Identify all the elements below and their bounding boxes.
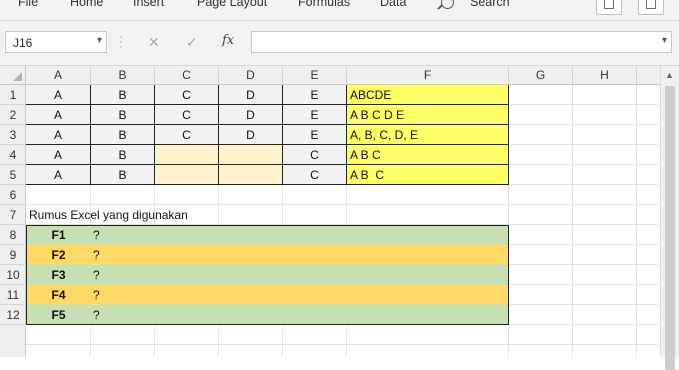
comments-icon[interactable] bbox=[638, 0, 664, 15]
cell-f4[interactable]: A B C bbox=[347, 145, 509, 165]
formula-value-f3[interactable]: ? bbox=[93, 265, 153, 285]
column-headers: A B C D E F G H bbox=[0, 66, 679, 85]
row-header[interactable]: 3 bbox=[0, 125, 26, 145]
cell-f5[interactable]: A B C bbox=[347, 165, 509, 185]
row-header[interactable]: 5 bbox=[0, 165, 26, 185]
formula-value-f2[interactable]: ? bbox=[93, 245, 153, 265]
formula-label-f5: F5 bbox=[51, 308, 66, 322]
formula-value-f1[interactable]: ? bbox=[93, 225, 153, 245]
column-header-f[interactable]: F bbox=[347, 66, 509, 84]
row-header[interactable]: 12 bbox=[0, 305, 26, 325]
formula-input[interactable]: ▾ bbox=[251, 31, 672, 53]
column-header-d[interactable]: D bbox=[219, 66, 283, 84]
cell-c2[interactable]: C bbox=[155, 105, 219, 125]
cell-f1[interactable]: ABCDE bbox=[347, 85, 509, 105]
row-header[interactable]: 10 bbox=[0, 265, 26, 285]
row-header[interactable]: 7 bbox=[0, 205, 26, 225]
column-header-c[interactable]: C bbox=[155, 66, 219, 84]
cell-d1[interactable]: D bbox=[219, 85, 283, 105]
tab-formulas[interactable]: Formulas bbox=[298, 0, 350, 9]
cell-b4[interactable]: B bbox=[91, 145, 155, 165]
row-header[interactable]: 2 bbox=[0, 105, 26, 125]
cell-a2[interactable]: A bbox=[26, 105, 91, 125]
cell-f2[interactable]: A B C D E bbox=[347, 105, 509, 125]
row-header[interactable]: 6 bbox=[0, 185, 26, 205]
tab-data[interactable]: Data bbox=[380, 0, 406, 9]
tab-insert[interactable]: Insert bbox=[133, 0, 164, 9]
tab-page-layout[interactable]: Page Layout bbox=[197, 0, 267, 9]
drag-handle-icon[interactable]: · · · bbox=[119, 30, 123, 52]
formula-value-f5[interactable]: ? bbox=[93, 305, 153, 325]
cell-e1[interactable]: E bbox=[283, 85, 347, 105]
column-header-a[interactable]: A bbox=[26, 66, 91, 84]
cell-b5[interactable]: B bbox=[91, 165, 155, 185]
formula-label-f4: F4 bbox=[51, 288, 66, 302]
cell-e5[interactable]: C bbox=[283, 165, 347, 185]
vertical-scrollbar[interactable]: ▲ bbox=[660, 66, 679, 370]
cell-d5[interactable] bbox=[219, 165, 283, 185]
row-header[interactable]: 9 bbox=[0, 245, 26, 265]
row-header[interactable]: 1 bbox=[0, 85, 26, 105]
worksheet-grid[interactable]: A B C D E ABCDE A B C D E A B C D E A B … bbox=[26, 85, 660, 357]
cell-e2[interactable]: E bbox=[283, 105, 347, 125]
column-header-g[interactable]: G bbox=[509, 66, 573, 84]
cell-c5[interactable] bbox=[155, 165, 219, 185]
cell-a3[interactable]: A bbox=[26, 125, 91, 145]
formula-buttons: ✕ ✓ fx bbox=[134, 31, 244, 53]
share-icon[interactable] bbox=[596, 0, 622, 15]
formula-label-f2: F2 bbox=[51, 248, 66, 262]
scroll-up-icon[interactable]: ▲ bbox=[665, 70, 674, 80]
tab-home[interactable]: Home bbox=[70, 0, 103, 9]
select-all-corner[interactable] bbox=[0, 66, 26, 84]
insert-function-icon[interactable]: fx bbox=[222, 33, 234, 48]
row-header[interactable]: 8 bbox=[0, 225, 26, 245]
search-box[interactable]: Search bbox=[470, 0, 510, 9]
cancel-icon[interactable]: ✕ bbox=[148, 34, 160, 51]
search-icon[interactable] bbox=[441, 0, 454, 9]
cell-d2[interactable]: D bbox=[219, 105, 283, 125]
cell-a5[interactable]: A bbox=[26, 165, 91, 185]
column-header-h[interactable]: H bbox=[573, 66, 637, 84]
column-header-e[interactable]: E bbox=[283, 66, 347, 84]
enter-icon[interactable]: ✓ bbox=[186, 34, 198, 51]
cell-b1[interactable]: B bbox=[91, 85, 155, 105]
cell-a4[interactable]: A bbox=[26, 145, 91, 165]
formula-label-f1: F1 bbox=[51, 228, 66, 242]
cell-c4[interactable] bbox=[155, 145, 219, 165]
tab-file[interactable]: File bbox=[18, 0, 38, 9]
scrollbar-thumb[interactable] bbox=[665, 86, 675, 370]
row-header[interactable]: 11 bbox=[0, 285, 26, 305]
row-header[interactable]: 4 bbox=[0, 145, 26, 165]
cell-a7-note[interactable]: Rumus Excel yang digunakan bbox=[29, 205, 429, 225]
cell-b2[interactable]: B bbox=[91, 105, 155, 125]
formula-label-f3: F3 bbox=[51, 268, 66, 282]
cell-c1[interactable]: C bbox=[155, 85, 219, 105]
formula-value-f4[interactable]: ? bbox=[93, 285, 153, 305]
cell-d4[interactable] bbox=[219, 145, 283, 165]
cell-b3[interactable]: B bbox=[91, 125, 155, 145]
expand-formula-icon[interactable]: ▾ bbox=[662, 35, 667, 46]
formula-bar: J16 ▾ · · · ✕ ✓ fx ▾ bbox=[0, 21, 679, 66]
column-header-b[interactable]: B bbox=[91, 66, 155, 84]
row-headers: 1 2 3 4 5 6 7 8 9 10 11 12 bbox=[0, 85, 26, 357]
cell-e4[interactable]: C bbox=[283, 145, 347, 165]
cell-d3[interactable]: D bbox=[219, 125, 283, 145]
chevron-down-icon[interactable]: ▾ bbox=[97, 35, 102, 46]
cell-a1[interactable]: A bbox=[26, 85, 91, 105]
name-box[interactable]: J16 ▾ bbox=[5, 31, 107, 53]
cell-e3[interactable]: E bbox=[283, 125, 347, 145]
cell-c3[interactable]: C bbox=[155, 125, 219, 145]
cell-f3[interactable]: A, B, C, D, E bbox=[347, 125, 509, 145]
name-box-value: J16 bbox=[13, 36, 33, 50]
ribbon-tabs: File Home Insert Page Layout Formulas Da… bbox=[0, 0, 679, 21]
